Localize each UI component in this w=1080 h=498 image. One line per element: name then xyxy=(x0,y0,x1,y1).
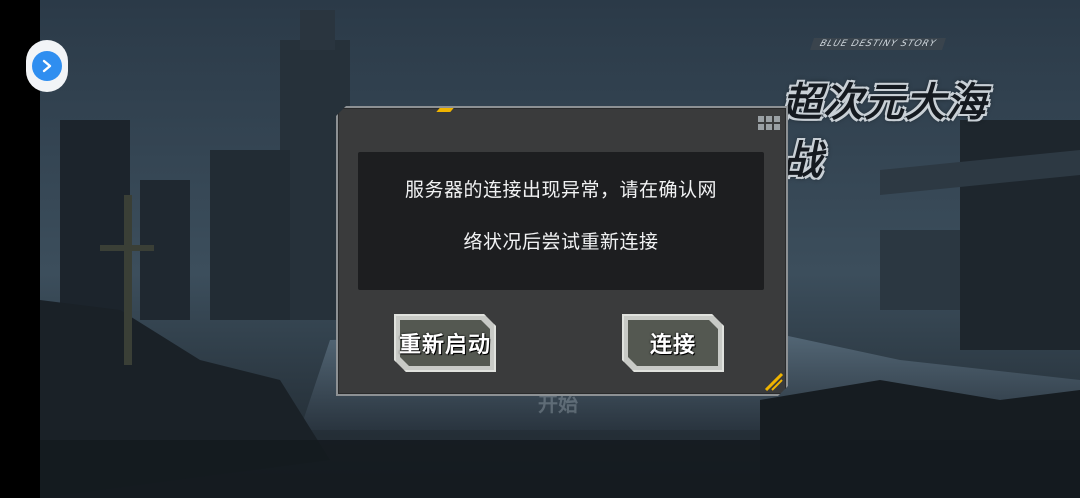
connection-error-dialog: 服务器的连接出现异常，请在确认网 络状况后尝试重新连接 重新启动 连接 xyxy=(336,106,788,396)
side-expand-button[interactable] xyxy=(26,40,68,92)
decor-squares xyxy=(758,116,780,130)
error-message-line1: 服务器的连接出现异常，请在确认网 xyxy=(404,179,717,201)
message-box: 服务器的连接出现异常，请在确认网 络状况后尝试重新连接 xyxy=(358,152,764,290)
logo-title: 超次元大海战 xyxy=(782,80,987,184)
connect-button[interactable]: 连接 xyxy=(622,314,724,372)
accent-stripe xyxy=(436,108,453,112)
logo-subtitle: BLUE DESTINY STORY xyxy=(810,38,946,50)
accent-stripe-corner xyxy=(762,370,784,392)
restart-button[interactable]: 重新启动 xyxy=(394,314,496,372)
chevron-right-icon xyxy=(32,51,62,81)
error-message-line2: 络状况后尝试重新连接 xyxy=(463,231,659,253)
connect-button-label: 连接 xyxy=(649,333,696,358)
game-logo: BLUE DESTINY STORY 超次元大海战 xyxy=(772,36,1012,184)
restart-button-label: 重新启动 xyxy=(398,333,491,358)
error-message: 服务器的连接出现异常，请在确认网 络状况后尝试重新连接 xyxy=(378,164,744,268)
